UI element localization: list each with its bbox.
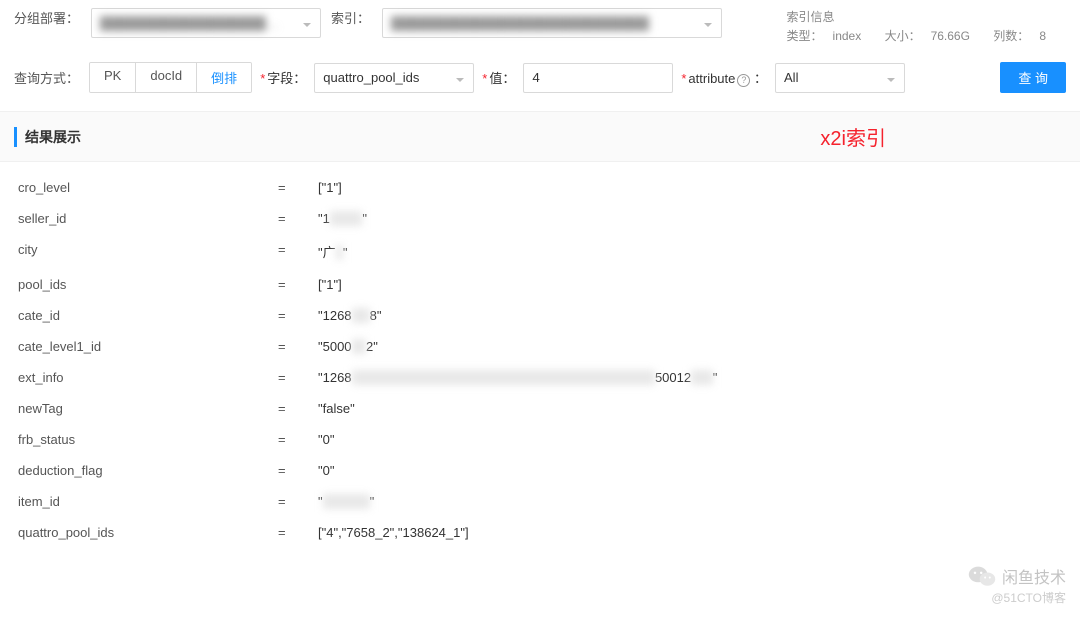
- equals-sign: =: [278, 432, 318, 447]
- equals-sign: =: [278, 308, 318, 323]
- result-value: "0": [318, 463, 1062, 478]
- equals-sign: =: [278, 401, 318, 416]
- result-key: city: [18, 242, 278, 257]
- annotation-text: x2i索引: [820, 122, 886, 151]
- equals-sign: =: [278, 180, 318, 195]
- equals-sign: =: [278, 525, 318, 540]
- group-deploy-label: 分组部署：: [14, 8, 79, 27]
- result-row: cate_level1_id="5000 2": [18, 331, 1062, 362]
- index-select-label: 索引：: [331, 8, 370, 27]
- result-row: item_id=" ": [18, 486, 1062, 517]
- results-table: cro_level=["1"]seller_id="1 "city="广 "po…: [0, 162, 1080, 558]
- group-deploy-value: ██████████████████…: [100, 16, 279, 31]
- help-icon[interactable]: ?: [737, 74, 750, 87]
- chevron-down-icon: [886, 73, 896, 83]
- result-row: city="广 ": [18, 234, 1062, 269]
- equals-sign: =: [278, 242, 318, 257]
- attribute-value: All: [784, 70, 798, 85]
- result-key: cate_level1_id: [18, 339, 278, 354]
- results-title: 结果展示: [14, 127, 81, 147]
- result-row: newTag="false": [18, 393, 1062, 424]
- result-key: cate_id: [18, 308, 278, 323]
- result-value: "1 ": [318, 211, 1062, 226]
- result-value: ["1"]: [318, 277, 1062, 292]
- equals-sign: =: [278, 494, 318, 509]
- result-row: pool_ids=["1"]: [18, 269, 1062, 300]
- equals-sign: =: [278, 463, 318, 478]
- result-key: quattro_pool_ids: [18, 525, 278, 540]
- result-row: deduction_flag="0": [18, 455, 1062, 486]
- query-method-inverted[interactable]: 倒排: [197, 63, 251, 92]
- query-row: 查询方式： PK docId 倒排 *字段： quattro_pool_ids …: [0, 54, 1080, 101]
- result-value: "1268 50012 ": [318, 370, 1062, 385]
- result-key: pool_ids: [18, 277, 278, 292]
- result-value: ["4","7658_2","138624_1"]: [318, 525, 1062, 540]
- equals-sign: =: [278, 277, 318, 292]
- chevron-down-icon: [455, 73, 465, 83]
- result-key: item_id: [18, 494, 278, 509]
- attribute-label: *attribute? ：: [681, 68, 767, 87]
- equals-sign: =: [278, 211, 318, 226]
- brand-watermark-text: 闲鱼技术: [1002, 564, 1066, 588]
- result-value: "false": [318, 401, 1062, 416]
- brand-watermark: 闲鱼技术: [968, 564, 1066, 588]
- source-watermark: @51CTO博客: [991, 589, 1066, 606]
- result-row: cate_id="1268 8": [18, 300, 1062, 331]
- field-select[interactable]: quattro_pool_ids: [314, 63, 474, 93]
- result-key: frb_status: [18, 432, 278, 447]
- chevron-down-icon: [703, 18, 713, 28]
- index-size: 大小：76.66G: [885, 29, 980, 43]
- group-deploy-select[interactable]: ██████████████████…: [91, 8, 321, 38]
- result-key: seller_id: [18, 211, 278, 226]
- result-value: "广 ": [318, 242, 1062, 261]
- result-row: frb_status="0": [18, 424, 1062, 455]
- result-row: ext_info="1268 50012 ": [18, 362, 1062, 393]
- result-key: ext_info: [18, 370, 278, 385]
- field-label: *字段：: [260, 68, 306, 87]
- index-info-title: 索引信息: [787, 8, 1066, 27]
- result-value: "5000 2": [318, 339, 1062, 354]
- result-row: seller_id="1 ": [18, 203, 1062, 234]
- result-value: ["1"]: [318, 180, 1062, 195]
- query-button[interactable]: 查 询: [1000, 62, 1066, 93]
- value-input[interactable]: [523, 63, 673, 93]
- query-method-label: 查询方式：: [14, 68, 79, 87]
- wechat-icon: [968, 564, 996, 588]
- field-select-value: quattro_pool_ids: [323, 70, 419, 85]
- result-value: "1268 8": [318, 308, 1062, 323]
- results-header: 结果展示 x2i索引: [0, 111, 1080, 162]
- result-value: "0": [318, 432, 1062, 447]
- index-type: 类型：index: [787, 29, 872, 43]
- result-key: newTag: [18, 401, 278, 416]
- result-row: cro_level=["1"]: [18, 172, 1062, 203]
- index-info-panel: 索引信息 类型：index 大小：76.66G 列数：8: [787, 8, 1066, 46]
- top-filter-row: 分组部署： ██████████████████… 索引： ██████████…: [0, 0, 1080, 54]
- result-key: cro_level: [18, 180, 278, 195]
- query-method-pk[interactable]: PK: [90, 63, 136, 92]
- equals-sign: =: [278, 339, 318, 354]
- result-value: " ": [318, 494, 1062, 509]
- result-row: quattro_pool_ids=["4","7658_2","138624_1…: [18, 517, 1062, 548]
- index-cols: 列数：8: [993, 29, 1056, 43]
- attribute-select[interactable]: All: [775, 63, 905, 93]
- result-key: deduction_flag: [18, 463, 278, 478]
- query-method-docid[interactable]: docId: [136, 63, 197, 92]
- query-method-group: PK docId 倒排: [89, 62, 252, 93]
- chevron-down-icon: [302, 18, 312, 28]
- value-label: *值：: [482, 68, 515, 87]
- index-select-value: ████████████████████████████: [391, 16, 649, 31]
- index-select[interactable]: ████████████████████████████: [382, 8, 722, 38]
- equals-sign: =: [278, 370, 318, 385]
